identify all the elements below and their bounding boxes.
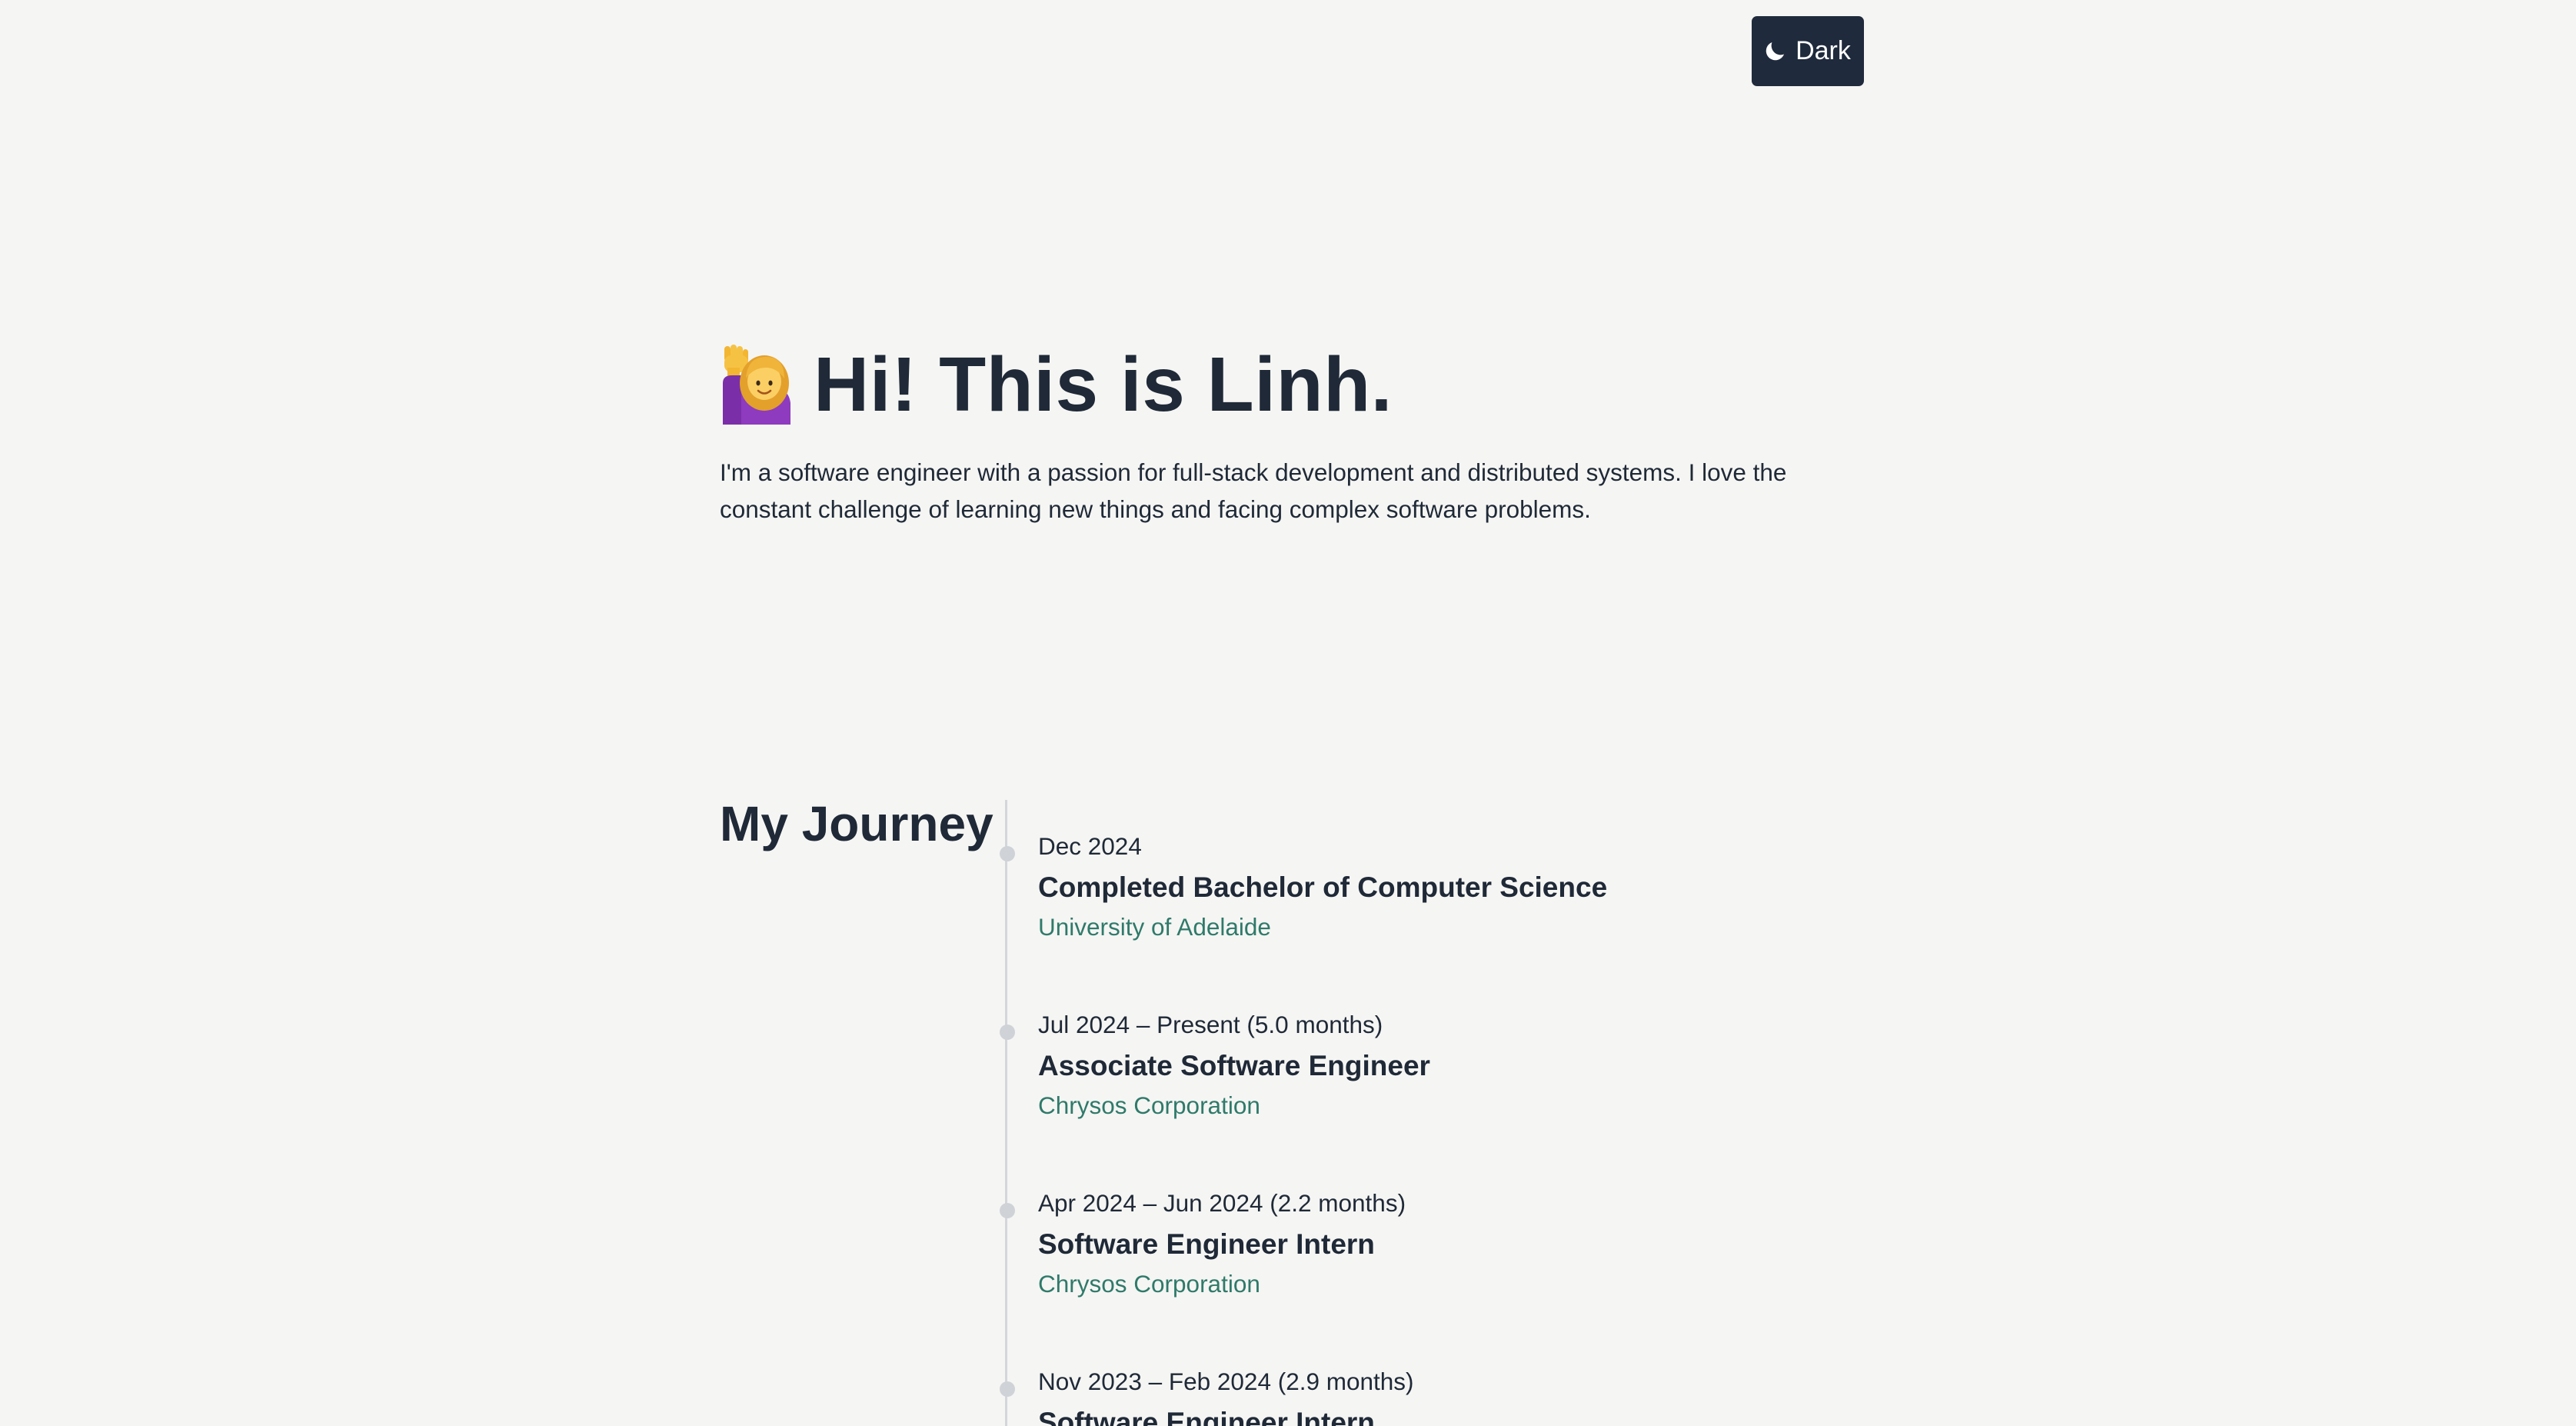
hero-heading: Hi! This is Linh. [720, 338, 1827, 431]
timeline-title: Associate Software Engineer [1038, 1050, 1430, 1081]
timeline-item: Nov 2023 – Feb 2024 (2.9 months) Softwar… [1000, 1366, 1807, 1426]
page: Dark Hi! This is Linh. I'm a software en… [0, 0, 2576, 1426]
timeline-title: Software Engineer Intern [1038, 1228, 1375, 1260]
timeline-title: Software Engineer Intern [1038, 1407, 1375, 1426]
timeline-org-link[interactable]: Chrysos Corporation [1038, 1089, 1260, 1121]
moon-icon [1762, 38, 1788, 65]
timeline-date: Dec 2024 [1038, 832, 1142, 860]
person-raising-hand-icon [720, 345, 794, 425]
theme-toggle-button[interactable]: Dark [1752, 16, 1864, 86]
timeline-item: Jul 2024 – Present (5.0 months) Associat… [1000, 1009, 1807, 1121]
timeline-dot [1000, 1025, 1015, 1040]
hero-title: Hi! This is Linh. [814, 342, 1393, 428]
hero-section: Hi! This is Linh. I'm a software enginee… [720, 338, 1827, 523]
hero-description: I'm a software engineer with a passion f… [720, 458, 1787, 523]
timeline-org-link[interactable]: Chrysos Corporation [1038, 1268, 1260, 1300]
timeline-org-link[interactable]: University of Adelaide [1038, 911, 1271, 943]
timeline-date: Apr 2024 – Jun 2024 (2.2 months) [1038, 1189, 1406, 1217]
timeline-item: Dec 2024 Completed Bachelor of Computer … [1000, 831, 1807, 943]
timeline-date: Nov 2023 – Feb 2024 (2.9 months) [1038, 1368, 1414, 1395]
theme-toggle-label: Dark [1796, 36, 1851, 65]
timeline-date: Jul 2024 – Present (5.0 months) [1038, 1011, 1383, 1038]
timeline-dot [1000, 846, 1015, 861]
timeline-item: Apr 2024 – Jun 2024 (2.2 months) Softwar… [1000, 1188, 1807, 1300]
journey-heading: My Journey [720, 796, 993, 851]
timeline-title: Completed Bachelor of Computer Science [1038, 871, 1608, 903]
timeline-line [1005, 800, 1007, 1426]
timeline-dot [1000, 1381, 1015, 1397]
timeline-dot [1000, 1203, 1015, 1218]
